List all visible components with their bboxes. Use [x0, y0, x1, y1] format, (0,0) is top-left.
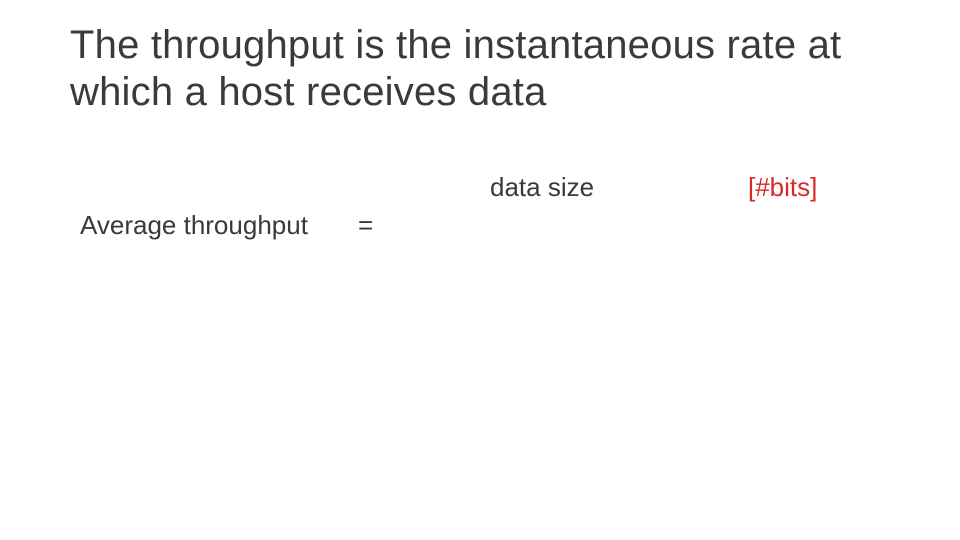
- formula-unit: [#bits]: [748, 172, 817, 203]
- slide-title: The throughput is the instantaneous rate…: [70, 22, 890, 116]
- slide: The throughput is the instantaneous rate…: [0, 0, 960, 540]
- equals-sign: =: [358, 210, 373, 241]
- formula-numerator: data size: [490, 172, 594, 203]
- formula-lhs: Average throughput: [80, 210, 308, 241]
